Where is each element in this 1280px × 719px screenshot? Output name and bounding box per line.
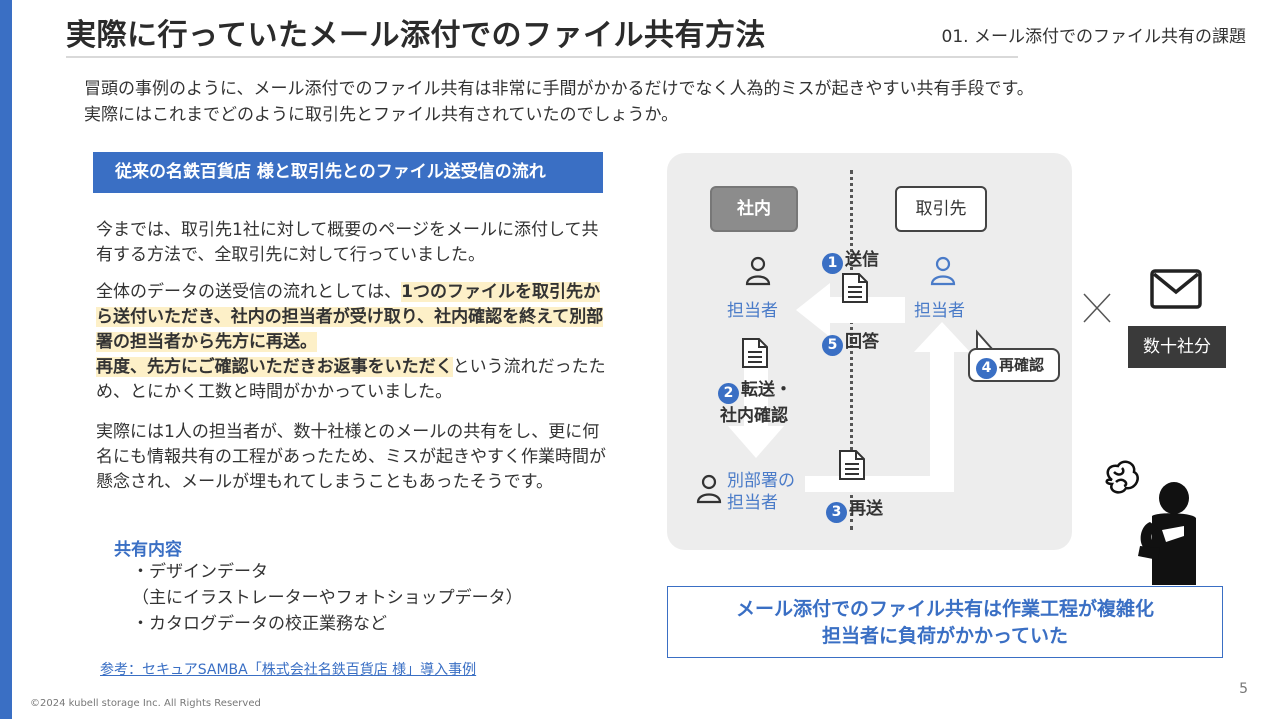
step-forward: 2 転送・ 社内確認 [718, 378, 792, 428]
mail-icon [1150, 269, 1202, 309]
step-label: 転送・ [741, 380, 792, 400]
other-dept-line-2: 担当者 [727, 493, 778, 513]
bubble-tail-icon [976, 329, 994, 351]
step-number: 1 [822, 253, 843, 274]
step-resend: 3 再送 [826, 494, 883, 523]
summary-box: メール添付でのファイル共有は作業工程が複雑化 担当者に負荷がかかっていた [667, 586, 1223, 658]
document-icon [839, 450, 865, 480]
copyright-text: ©2024 kubell storage Inc. All Rights Res… [30, 698, 261, 709]
summary-line-2: 担当者に負荷がかかっていた [821, 625, 1069, 647]
step-number: 4 [976, 358, 997, 379]
other-dept-person-label: 別部署の 担当者 [727, 470, 795, 514]
page-number: 5 [1239, 681, 1248, 697]
step-send: 1 送信 [822, 245, 879, 274]
summary-line-1: メール添付でのファイル共有は作業工程が複雑化 [735, 598, 1154, 620]
partner-person-label: 担当者 [914, 301, 965, 321]
step-label: 再確認 [999, 356, 1045, 374]
internal-person-label: 担当者 [727, 301, 778, 321]
internal-label-box: 社内 [710, 186, 798, 232]
other-dept-line-1: 別部署の [727, 471, 795, 491]
reconfirm-bubble: 4 再確認 [968, 348, 1060, 382]
document-icon [742, 338, 768, 368]
person-icon [696, 474, 722, 504]
step-label: 社内確認 [720, 406, 788, 426]
step-number: 2 [718, 383, 739, 404]
person-icon [745, 256, 771, 286]
step-number: 5 [822, 335, 843, 356]
document-icon [842, 273, 868, 303]
step-label: 再送 [849, 499, 883, 519]
step-number: 3 [826, 502, 847, 523]
step-reply: 5 回答 [822, 327, 879, 356]
step-label: 回答 [845, 332, 879, 352]
partner-label-box: 取引先 [895, 186, 987, 232]
multiply-icon [1083, 293, 1111, 323]
worried-person-icon [1105, 460, 1196, 585]
person-icon [930, 256, 956, 286]
step-label: 送信 [845, 250, 879, 270]
count-label-box: 数十社分 [1128, 326, 1226, 368]
